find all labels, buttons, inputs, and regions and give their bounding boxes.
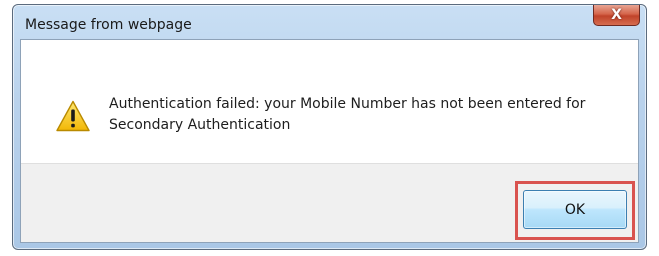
dialog-body: Authentication failed: your Mobile Numbe… xyxy=(20,39,639,243)
message-text: Authentication failed: your Mobile Numbe… xyxy=(109,96,586,133)
ok-button[interactable]: OK xyxy=(523,190,627,229)
dialog-title: Message from webpage xyxy=(25,17,192,33)
message-area: Authentication failed: your Mobile Numbe… xyxy=(21,40,638,163)
close-icon: X xyxy=(611,7,622,23)
button-area: OK xyxy=(21,163,638,242)
message-dialog: Message from webpage X Authentication fa… xyxy=(12,4,647,250)
title-bar[interactable]: Message from webpage X xyxy=(13,5,646,39)
close-button[interactable]: X xyxy=(593,5,640,26)
warning-icon xyxy=(56,100,90,132)
